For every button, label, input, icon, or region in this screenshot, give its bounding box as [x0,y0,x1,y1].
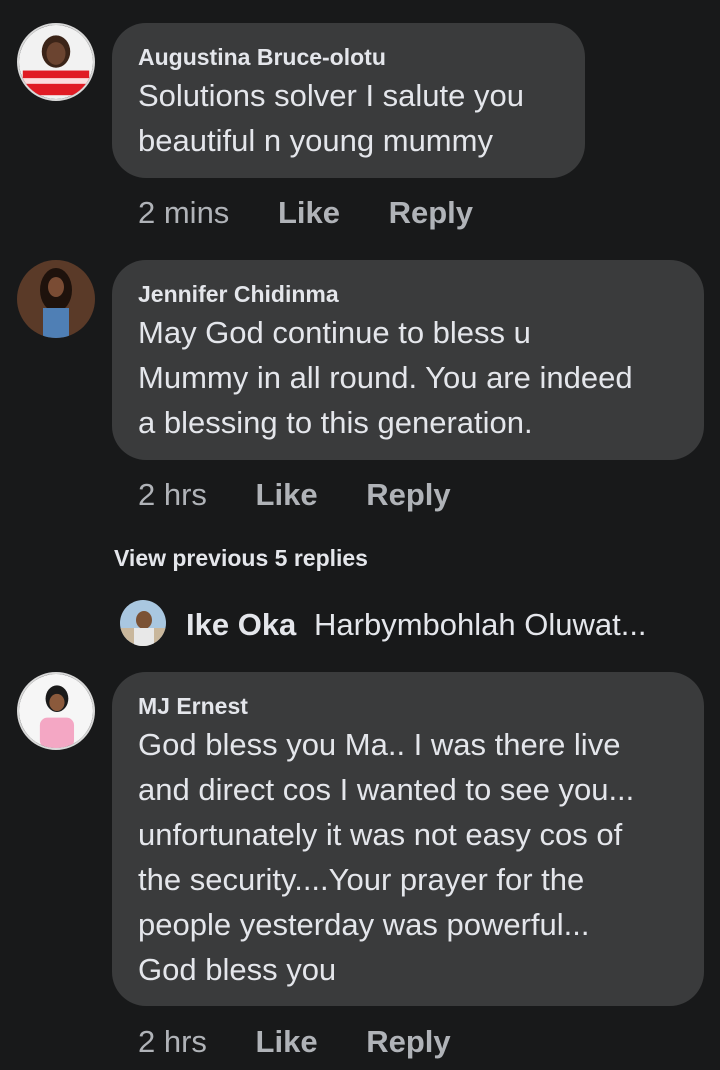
like-button[interactable]: Like [256,1024,318,1060]
comment-text-line: God bless you Ma.. I was there live [138,727,621,762]
comment-bubble: MJ Ernest God bless you Ma.. I was there… [112,672,704,1006]
collapsed-reply[interactable]: Ike Oka Harbymbohlah Oluwat... [120,600,700,648]
avatar-image [17,260,95,338]
comment-text-line: the security....Your prayer for the [138,862,585,897]
comment-text-line: Mummy in all round. You are indeed [138,360,633,395]
comment-author[interactable]: MJ Ernest [138,692,678,720]
reply-button[interactable]: Reply [366,1024,450,1060]
avatar-image [19,25,93,99]
like-button[interactable]: Like [278,195,340,231]
comment-actions: 2 hrs Like Reply [138,477,451,513]
comment-text-line: Solutions solver I salute you [138,78,524,113]
comment-text-line: God bless you [138,952,337,987]
reply-snippet: Harbymbohlah Oluwat... [314,607,647,642]
comment-author[interactable]: Jennifer Chidinma [138,280,678,308]
view-previous-replies-link[interactable]: View previous 5 replies [114,543,368,573]
avatar-mj-ernest[interactable] [17,672,95,750]
comment-timestamp: 2 hrs [138,477,207,512]
like-button[interactable]: Like [256,477,318,513]
comment-actions: 2 hrs Like Reply [138,1024,451,1060]
reply-button[interactable]: Reply [366,477,450,513]
comment-timestamp: 2 hrs [138,1024,207,1059]
comment-text-line: beautiful n young mummy [138,123,493,158]
comment-text-line: people yesterday was powerful... [138,907,590,942]
avatar-image [19,674,93,748]
reply-author[interactable]: Ike Oka [186,607,296,643]
avatar-image [120,600,166,646]
comment-bubble: Augustina Bruce-olotu Solutions solver I… [112,23,585,178]
comment-text-line: and direct cos I wanted to see you... [138,772,635,807]
avatar-augustina[interactable] [17,23,95,101]
avatar-ike-oka[interactable] [120,600,166,646]
comment-timestamp: 2 mins [138,195,230,230]
reply-button[interactable]: Reply [389,195,473,231]
comment-author[interactable]: Augustina Bruce-olotu [138,43,559,71]
avatar-jennifer[interactable] [17,260,95,338]
comment-text-line: May God continue to bless u [138,315,531,350]
comment-text-line: a blessing to this generation. [138,405,533,440]
comment-bubble: Jennifer Chidinma May God continue to bl… [112,260,704,460]
comment-text-line: unfortunately it was not easy cos of [138,817,623,852]
comment-actions: 2 mins Like Reply [138,195,473,231]
